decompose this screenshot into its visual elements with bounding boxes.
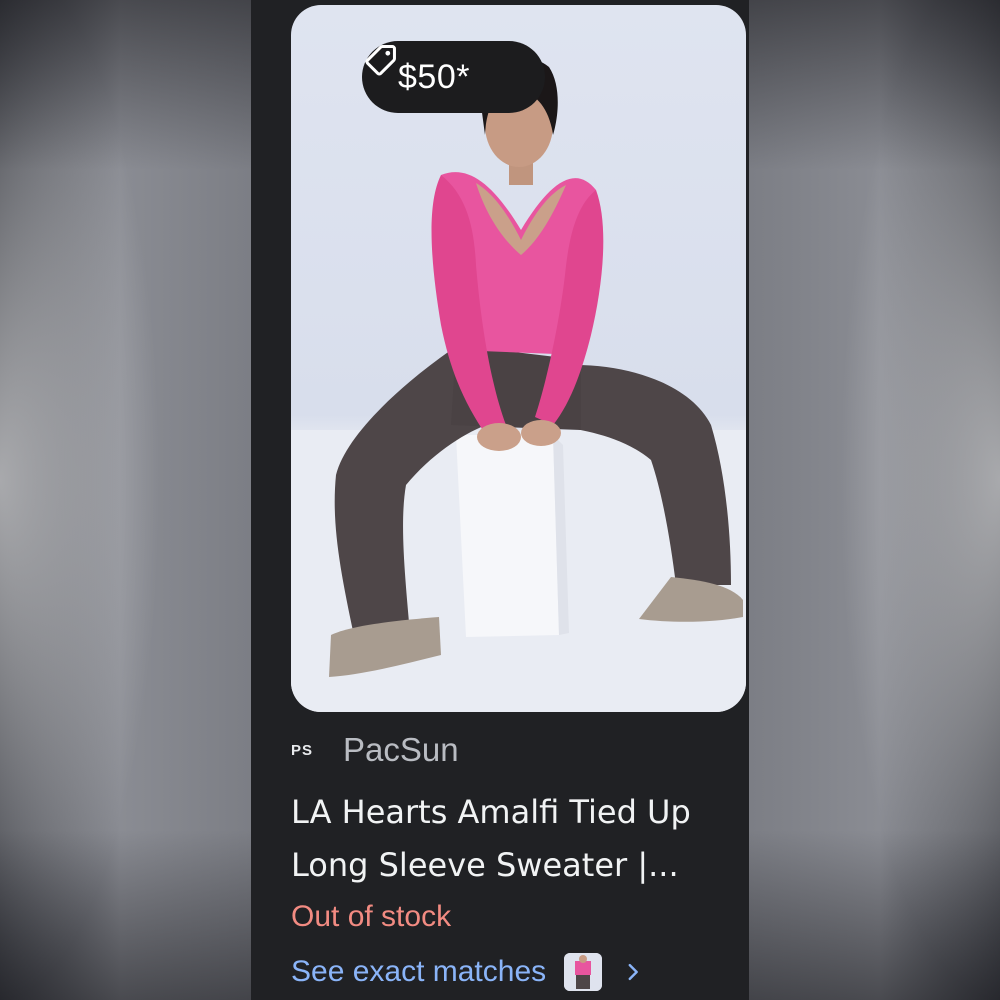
see-exact-matches-label: See exact matches [291,955,547,988]
product-image[interactable]: $50* [291,5,746,712]
see-exact-matches-link[interactable]: See exact matches [291,946,644,998]
price-label: $50* [398,57,470,96]
product-card[interactable]: $50* PS PacSun LA Hearts Amalfi Tied Up … [251,0,749,1000]
stock-status: Out of stock [291,900,452,933]
product-title-line1: LA Hearts Amalfi Tied Up [291,793,691,831]
product-title-line2: Long Sleeve Sweater |... [291,846,679,884]
match-thumbnail [564,953,603,991]
price-tag-icon [365,45,396,76]
merchant-logo: PS [291,741,314,759]
product-title[interactable]: LA Hearts Amalfi Tied Up Long Sleeve Swe… [291,786,741,892]
merchant-name: PacSun [343,731,459,768]
chevron-right-icon [628,963,638,981]
merchant-row[interactable]: PS PacSun [291,728,459,772]
price-chip[interactable]: $50* [362,41,545,113]
